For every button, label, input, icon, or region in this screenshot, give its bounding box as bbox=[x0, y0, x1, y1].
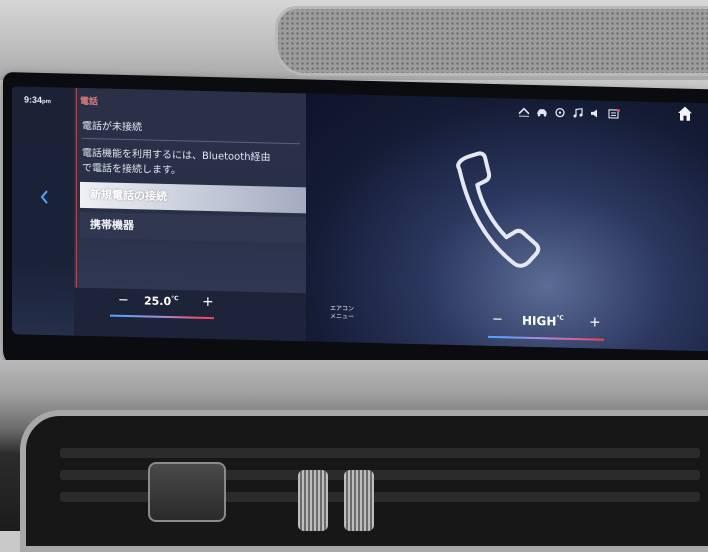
divider bbox=[82, 138, 300, 144]
temp-right-gradient-bar bbox=[488, 336, 604, 341]
temp-right-text: HIGH bbox=[522, 314, 556, 329]
temp-right-unit: °C bbox=[556, 315, 563, 322]
phone-handset-icon bbox=[431, 146, 571, 289]
chevron-up-icon[interactable] bbox=[518, 107, 530, 117]
status-column: 9:34pm bbox=[12, 86, 74, 336]
infotainment-display: 9:34pm 電話 電話が未接続 電話機能を利用するには、Bluetooth経由… bbox=[3, 72, 708, 385]
clock-ampm: pm bbox=[42, 99, 51, 105]
climate-right-control: − HIGH°C + bbox=[486, 312, 636, 346]
vent-knob[interactable] bbox=[344, 470, 374, 531]
temp-left-increase-button[interactable]: + bbox=[202, 294, 214, 310]
panel-title: 電話 bbox=[80, 94, 98, 107]
home-icon bbox=[676, 104, 694, 122]
ac-menu-button[interactable]: エアコン メニュー bbox=[330, 305, 354, 322]
vent-knob[interactable] bbox=[298, 470, 328, 531]
menu-item-mobile-devices[interactable]: 携帯機器 bbox=[80, 212, 306, 244]
climate-left-control: − 25.0°C + bbox=[92, 290, 242, 320]
back-button[interactable] bbox=[40, 189, 50, 205]
chevron-left-icon bbox=[40, 189, 50, 205]
notification-icon bbox=[608, 109, 620, 119]
menu-item-new-phone[interactable]: 新規電話の接続 bbox=[80, 182, 306, 214]
screen: 9:34pm 電話 電話が未接続 電話機能を利用するには、Bluetooth経由… bbox=[12, 86, 708, 351]
volume-icon bbox=[590, 108, 602, 118]
clock-time: 9:34 bbox=[24, 95, 42, 105]
right-content-area: エアコン メニュー − HIGH°C + bbox=[306, 93, 708, 351]
temp-right-decrease-button[interactable]: − bbox=[492, 312, 503, 327]
temp-left-text: 25.0 bbox=[144, 294, 171, 308]
car-icon bbox=[536, 107, 548, 117]
temp-right-value: HIGH°C bbox=[522, 314, 564, 329]
ac-menu-line-2: メニュー bbox=[330, 313, 354, 322]
clock: 9:34pm bbox=[24, 95, 51, 106]
status-bar bbox=[518, 103, 638, 124]
panel-accent-rule bbox=[76, 88, 77, 288]
music-note-icon bbox=[572, 108, 584, 118]
temp-left-value: 25.0°C bbox=[144, 294, 179, 308]
home-button[interactable] bbox=[676, 104, 694, 122]
temp-left-unit: °C bbox=[171, 295, 178, 302]
info-text: 電話機能を利用するには、Bluetooth経由 で電話を接続します。 bbox=[82, 146, 302, 181]
connection-status: 電話が未接続 bbox=[82, 117, 142, 133]
vent-adjust-tab[interactable] bbox=[148, 462, 226, 522]
vent-slat bbox=[60, 448, 700, 458]
phone-menu-panel: 電話 電話が未接続 電話機能を利用するには、Bluetooth経由 で電話を接続… bbox=[74, 88, 307, 294]
steering-assist-icon bbox=[554, 107, 566, 117]
temp-right-increase-button[interactable]: + bbox=[589, 314, 601, 330]
speaker-grille bbox=[275, 6, 708, 76]
temp-left-decrease-button[interactable]: − bbox=[118, 293, 129, 308]
